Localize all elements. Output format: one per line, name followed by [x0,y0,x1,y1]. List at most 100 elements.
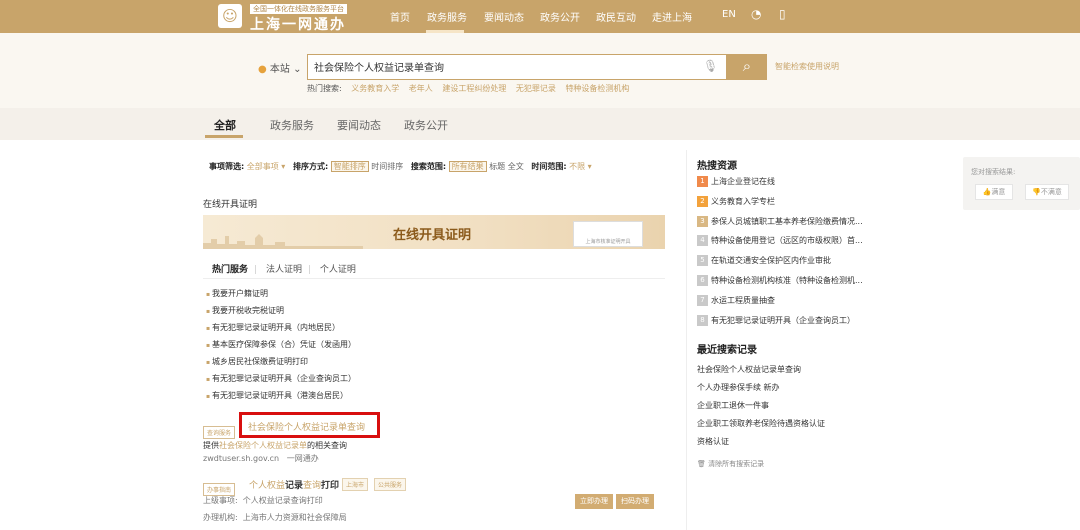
upper-item-row: 上级事项: 个人权益记录查询打印 [203,496,323,505]
site-scope-label: 本站 [269,64,290,75]
section-title: 在线开具证明 [203,200,258,210]
lang-switch[interactable]: EN [722,9,736,20]
tab-all[interactable]: 全部 [214,117,236,133]
certificate-doc-icon: 上海市核准证明开具 [573,221,643,247]
hot-resource-item[interactable]: 4 特种设备使用登记（远区的市级权限）首... [697,235,863,255]
service-link[interactable]: 有无犯罪记录证明开具（企业查询员工） [206,373,356,390]
range-fulltext-option[interactable]: 全文 [508,162,524,171]
service-link[interactable]: 有无犯罪记录证明开具（港澳台居民） [206,390,356,407]
filter-item-select[interactable]: 全部事项 [247,162,279,171]
hot-search-label: 热门搜索: [307,84,342,93]
result-tabs-bar [0,108,1080,140]
hot-resource-item[interactable]: 1 上海企业登记在线 [697,176,863,196]
org-row: 办理机构: 上海市人力资源和社会保障局 [203,513,347,522]
hot-resource-item[interactable]: 2 义务教育入学专栏 [697,195,863,216]
hot-search-item[interactable]: 义务教育入学 [351,84,399,93]
rank-badge: 8 [697,314,708,326]
nav-gov-open[interactable]: 政务公开 [540,9,580,24]
region-tag: 上海市 [342,478,369,491]
nav-interaction[interactable]: 政民互动 [596,9,636,24]
hot-resource-item[interactable]: 8 有无犯罪记录证明开具（企业查询员工） [697,314,863,335]
hot-search-item[interactable]: 无犯罪记录 [516,84,556,93]
range-title-option[interactable]: 标题 [489,162,505,171]
rank-badge: 4 [697,235,708,247]
trash-icon: 🗑 [697,460,706,468]
column-divider [686,150,687,530]
rank-badge: 2 [697,195,708,207]
smart-search-help-link[interactable]: 智能检索使用说明 [775,61,839,72]
tab-personal-cert[interactable]: 个人证明 [320,265,356,275]
recent-search-item[interactable]: 资格认证 [697,436,825,454]
nav-news[interactable]: 要闻动态 [484,9,524,24]
feedback-title: 您对搜索结果: [971,168,1016,176]
site-logo[interactable]: ☺ 全国一体化在线政务服务平台 上海一网通办 [218,3,378,33]
sort-smart-option[interactable]: 智能排序 [330,161,369,172]
hot-search-row: 热门搜索: 义务教育入学 老年人 建设工程纠纷处理 无犯罪记录 特种设备检测机构 [307,83,629,94]
divider [203,278,665,279]
nav-gov-services[interactable]: 政务服务 [427,9,467,24]
result-url: zwdtuser.sh.gov.cn 一网通办 [203,454,319,463]
tab-gov-open[interactable]: 政务公开 [404,117,448,133]
service-link[interactable]: 我要开户籍证明 [206,288,356,305]
time-range-select[interactable]: 不限 [569,162,585,171]
filter-item-label: 事项筛选: [209,162,245,171]
elder-mode-icon[interactable]: ◔ [751,7,761,21]
hot-resource-item[interactable]: 6 特种设备检测机构核准（特种设备检测机... [697,274,863,295]
sort-time-option[interactable]: 时间排序 [371,162,403,171]
search-input[interactable] [314,61,694,72]
hot-search-item[interactable]: 老年人 [409,84,433,93]
search-icon: ⌕ [742,57,752,75]
hot-resource-item[interactable]: 3 参保人员城镇职工基本养老保险缴费情况... [697,215,863,236]
scan-apply-button[interactable]: 扫码办理 [616,494,654,509]
recent-searches-list: 社会保险个人权益记录单查询 个人办理参保手续 新办 企业职工退休一件事 企业职工… [697,364,825,454]
rank-badge: 1 [697,176,708,187]
rank-badge: 3 [697,215,708,227]
tab-gov-services[interactable]: 政务服务 [270,117,314,133]
tab-news[interactable]: 要闻动态 [337,117,381,133]
feedback-panel: 您对搜索结果: 👍满意 👎不满意 [963,157,1080,210]
hot-resources-list: 1 上海企业登记在线 2 义务教育入学专栏 3 参保人员城镇职工基本养老保险缴费情况.… [697,176,863,334]
hot-resource-item[interactable]: 7 水运工程质量抽查 [697,294,863,315]
service-link[interactable]: 我要开税收完税证明 [206,305,356,322]
sort-label: 排序方式: [292,162,329,171]
location-pin-icon: ● [258,64,267,75]
result-title-link[interactable]: 个人权益记录查询打印 [249,478,339,491]
tab-corporate-cert[interactable]: 法人证明 [266,265,302,275]
rank-badge: 7 [697,294,708,306]
apply-now-button[interactable]: 立即办理 [575,494,613,509]
unsatisfied-button[interactable]: 👎不满意 [1025,184,1069,200]
rank-badge: 6 [697,274,708,286]
tab-hot-services[interactable]: 热门服务 [212,265,248,275]
hot-resources-title: 热搜资源 [697,161,737,172]
satisfied-button[interactable]: 👍满意 [975,184,1013,200]
recent-search-item[interactable]: 企业职工领取养老保险待遇资格认证 [697,418,825,436]
hot-search-item[interactable]: 特种设备检测机构 [565,84,629,93]
clear-history-link[interactable]: 🗑 清除所有搜索记录 [697,459,764,469]
range-label: 搜索范围: [410,162,447,171]
recent-search-item[interactable]: 社会保险个人权益记录单查询 [697,364,825,382]
banner-title: 在线开具证明 [393,228,472,243]
microphone-icon[interactable]: 🎙 [703,59,718,73]
nav-home[interactable]: 首页 [390,9,410,24]
recent-search-item[interactable]: 个人办理参保手续 新办 [697,382,825,400]
range-all-option[interactable]: 所有结果 [448,161,487,172]
service-link[interactable]: 城乡居民社保缴费证明打印 [206,356,356,373]
mobile-icon[interactable]: ▯ [779,7,786,21]
recent-searches-title: 最近搜索记录 [697,345,757,356]
recent-search-item[interactable]: 企业职工退休一件事 [697,400,825,418]
service-link[interactable]: 有无犯罪记录证明开具（内地居民） [206,322,356,339]
hot-search-item[interactable]: 建设工程纠纷处理 [442,84,506,93]
hot-resource-item[interactable]: 5 在轨道交通安全保护区内作业审批 [697,255,863,275]
certificate-banner[interactable]: 在线开具证明 上海市核准证明开具 [203,215,665,249]
rank-badge: 5 [697,255,708,267]
logo-emblem-icon: ☺ [218,4,242,28]
service-link[interactable]: 基本医疗保障参保（合）凭证（发函用） [206,339,356,356]
result-title-link[interactable]: 社会保险个人权益记录单查询 [239,412,380,438]
nav-about-shanghai[interactable]: 走进上海 [652,9,692,24]
search-box: 🎙 [307,54,727,80]
site-scope-select[interactable]: ● 本站 ⌄ [258,60,302,75]
tab-active-indicator [205,135,243,138]
time-range-label: 时间范围: [531,162,567,171]
category-tag: 公共服务 [374,478,407,491]
search-button[interactable]: ⌕ [727,54,767,80]
